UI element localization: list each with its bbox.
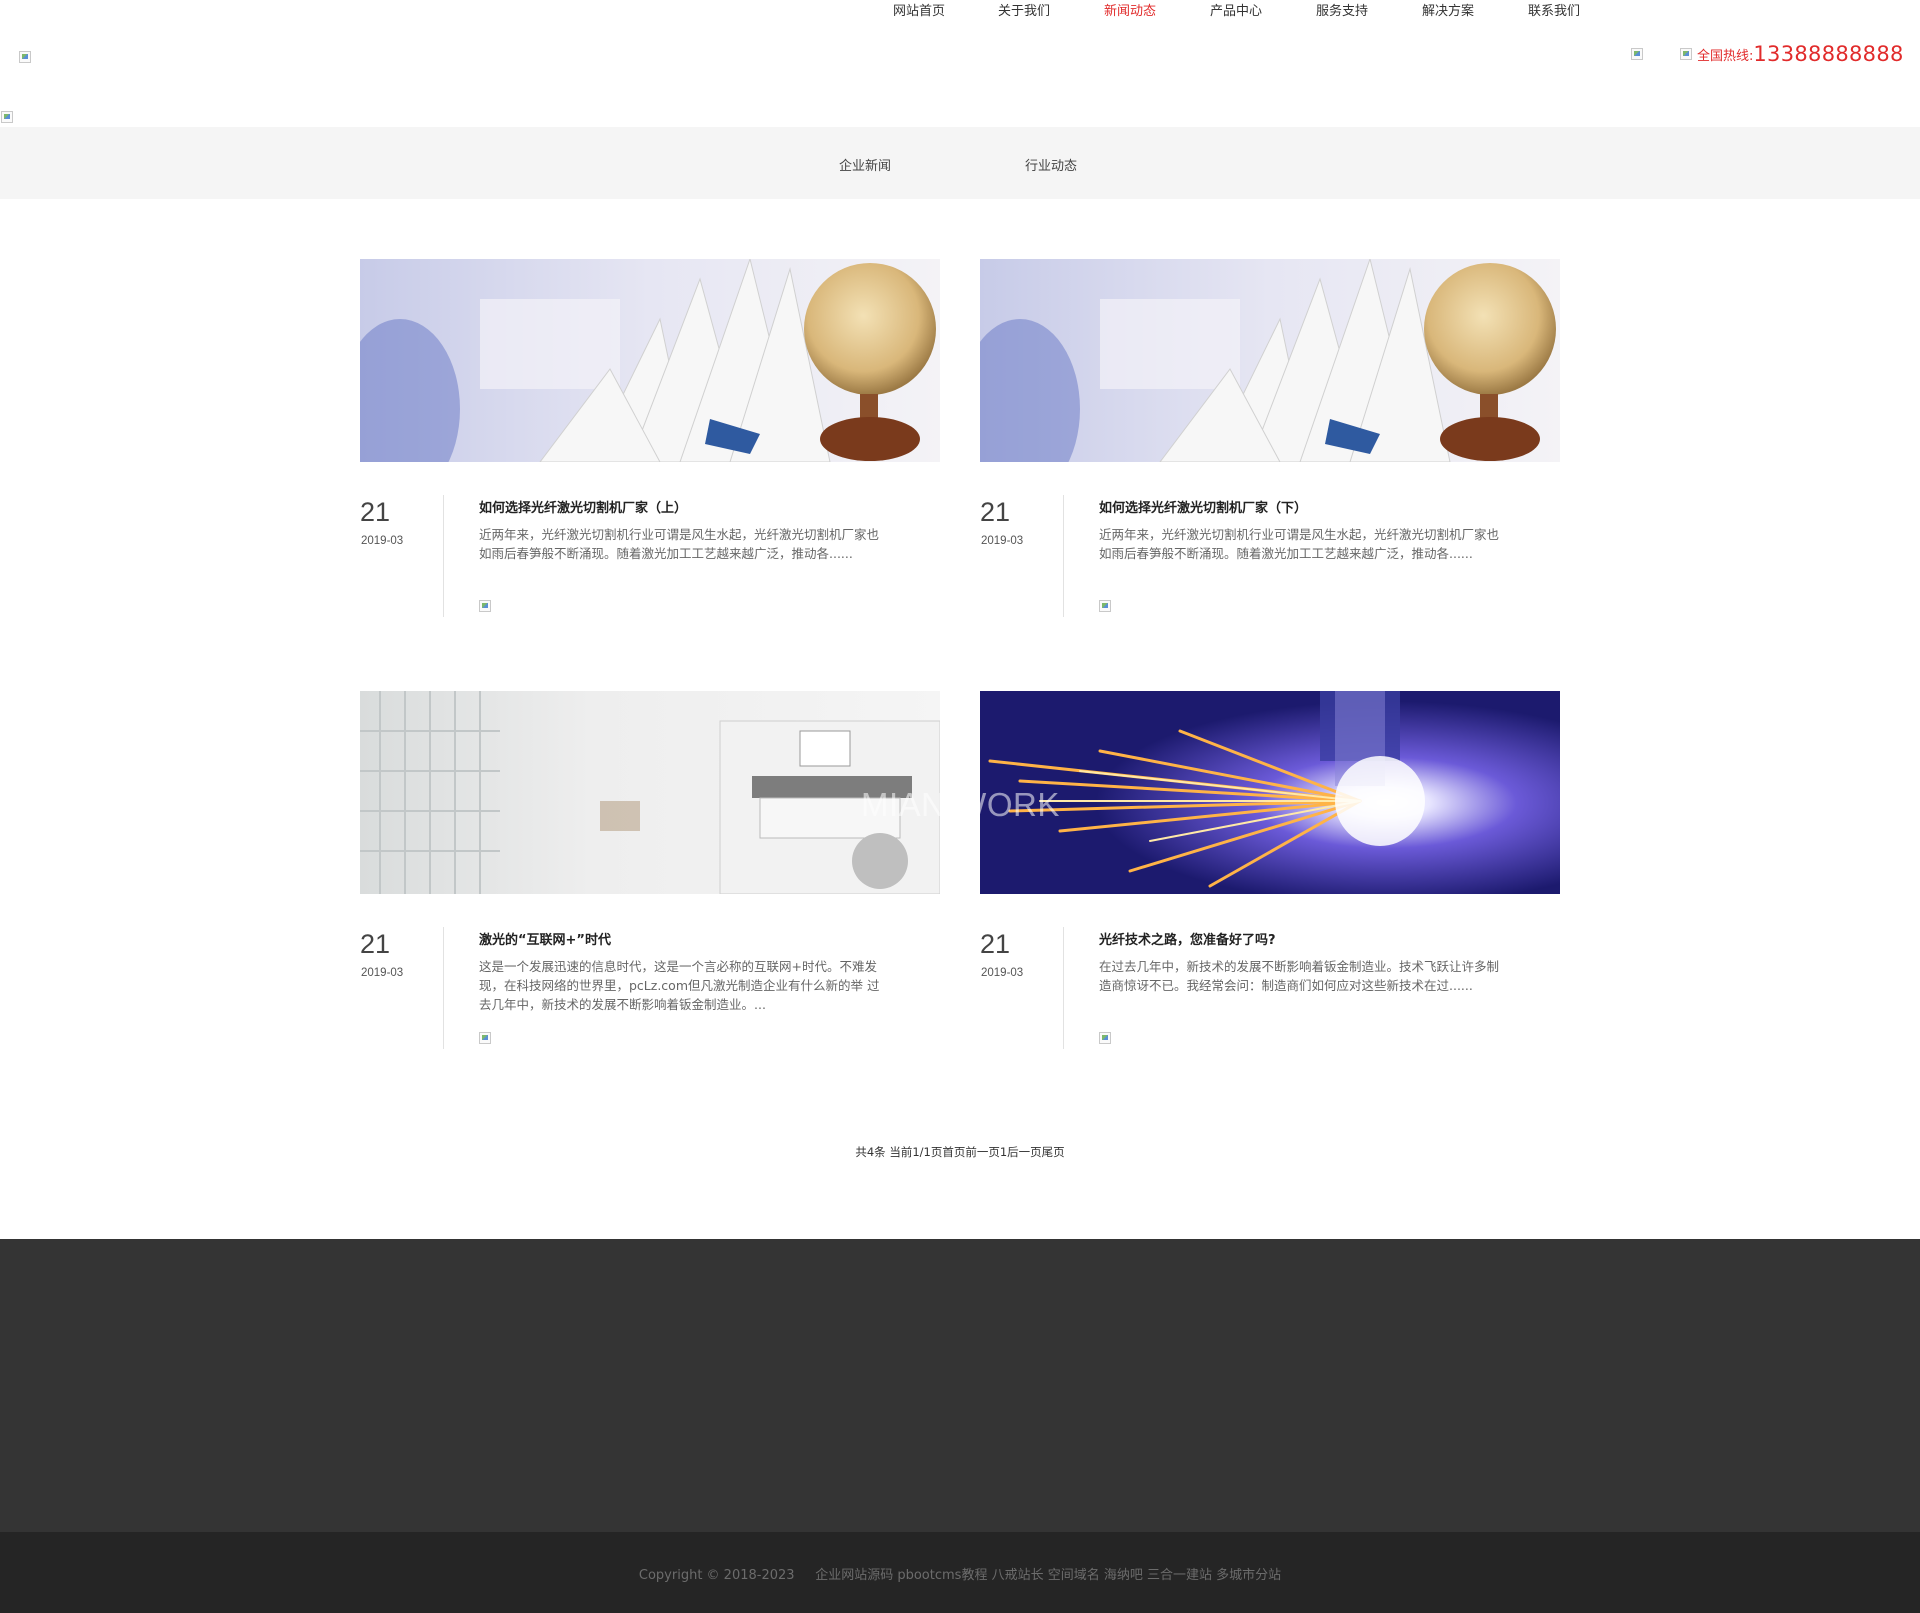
pager-prev[interactable]: 前一页 bbox=[965, 1145, 1000, 1159]
pager-first[interactable]: 首页 bbox=[942, 1145, 965, 1159]
divider bbox=[1063, 495, 1064, 617]
copyright: Copyright © 2018-2023 企业网站源码 pbootcms教程 … bbox=[0, 1564, 1920, 1583]
news-title[interactable]: 激光的“互联网+”时代 bbox=[479, 929, 611, 948]
news-day: 21 bbox=[360, 497, 391, 527]
hotline: 全国热线: 13388888888 bbox=[1680, 42, 1904, 66]
news-day: 21 bbox=[980, 929, 1011, 959]
copyright-bar: Copyright © 2018-2023 企业网站源码 pbootcms教程 … bbox=[0, 1532, 1920, 1613]
divider bbox=[1063, 927, 1064, 1049]
nav-products[interactable]: 产品中心 bbox=[1210, 0, 1262, 19]
nav-solutions[interactable]: 解决方案 bbox=[1422, 0, 1474, 19]
nav-news[interactable]: 新闻动态 bbox=[1104, 0, 1156, 19]
copyright-text: Copyright © 2018-2023 bbox=[638, 1568, 795, 1583]
news-title[interactable]: 如何选择光纤激光切割机厂家（下） bbox=[1099, 497, 1307, 516]
pagination: 共4条 当前1/1页首页前一页1后一页尾页 bbox=[0, 1144, 1920, 1160]
footer-links[interactable]: 企业网站源码 pbootcms教程 八戒站长 空间域名 海纳吧 三合一建站 多城… bbox=[815, 1568, 1281, 1583]
news-day: 21 bbox=[980, 497, 1011, 527]
logo-image[interactable] bbox=[19, 51, 31, 63]
news-subnav: 企业新闻 行业动态 bbox=[0, 127, 1920, 199]
news-card[interactable]: 21 2019-03 如何选择光纤激光切割机厂家（上） 近两年来，光纤激光切割机… bbox=[360, 259, 940, 629]
news-thumbnail[interactable] bbox=[360, 259, 940, 462]
banner-image bbox=[1, 111, 13, 123]
divider bbox=[443, 927, 444, 1049]
news-month: 2019-03 bbox=[361, 967, 404, 979]
news-title[interactable]: 光纤技术之路，您准备好了吗? bbox=[1099, 929, 1276, 948]
news-card[interactable]: 21 2019-03 如何选择光纤激光切割机厂家（下） 近两年来，光纤激光切割机… bbox=[980, 259, 1560, 629]
subnav-industry-news[interactable]: 行业动态 bbox=[1025, 155, 1077, 174]
news-card[interactable]: 21 2019-03 光纤技术之路，您准备好了吗? 在过去几年中，新技术的发展不… bbox=[980, 691, 1560, 1061]
news-thumbnail[interactable] bbox=[360, 691, 940, 894]
news-thumbnail[interactable] bbox=[980, 691, 1560, 894]
subnav-company-news[interactable]: 企业新闻 bbox=[839, 155, 891, 174]
nav-home[interactable]: 网站首页 bbox=[893, 0, 945, 19]
read-more-icon[interactable] bbox=[479, 600, 491, 612]
nav-about[interactable]: 关于我们 bbox=[998, 0, 1050, 19]
hotline-number: 13388888888 bbox=[1753, 42, 1904, 66]
news-month: 2019-03 bbox=[981, 535, 1024, 547]
read-more-icon[interactable] bbox=[479, 1032, 491, 1044]
hotline-label: 全国热线: bbox=[1697, 48, 1754, 64]
footer bbox=[0, 1239, 1920, 1532]
news-summary: 近两年来，光纤激光切割机行业可谓是风生水起，光纤激光切割机厂家也如雨后春笋般不断… bbox=[479, 527, 880, 561]
read-more-icon[interactable] bbox=[1099, 600, 1111, 612]
phone-icon bbox=[1680, 48, 1692, 60]
news-summary: 这是一个发展迅速的信息时代，这是一个言必称的互联网+时代。不难发现，在科技网络的… bbox=[479, 959, 880, 1012]
nav-contact[interactable]: 联系我们 bbox=[1528, 0, 1580, 19]
news-day: 21 bbox=[360, 929, 391, 959]
pager-next[interactable]: 后一页 bbox=[1007, 1145, 1042, 1159]
news-summary: 在过去几年中，新技术的发展不断影响着钣金制造业。技术飞跃让许多制造商惊讶不已。我… bbox=[1099, 959, 1500, 993]
news-summary: 近两年来，光纤激光切割机行业可谓是风生水起，光纤激光切割机厂家也如雨后春笋般不断… bbox=[1099, 527, 1500, 561]
news-month: 2019-03 bbox=[361, 535, 404, 547]
pager-last[interactable]: 尾页 bbox=[1042, 1145, 1065, 1159]
pager-summary: 共4条 当前1/1页 bbox=[855, 1145, 943, 1159]
divider bbox=[443, 495, 444, 617]
nav-service[interactable]: 服务支持 bbox=[1316, 0, 1368, 19]
site-header: 网站首页 关于我们 新闻动态 产品中心 服务支持 解决方案 联系我们 全国热线:… bbox=[0, 0, 1920, 110]
news-thumbnail[interactable] bbox=[980, 259, 1560, 462]
news-title[interactable]: 如何选择光纤激光切割机厂家（上） bbox=[479, 497, 687, 516]
search-icon[interactable] bbox=[1631, 48, 1643, 60]
news-month: 2019-03 bbox=[981, 967, 1024, 979]
news-card[interactable]: 21 2019-03 激光的“互联网+”时代 这是一个发展迅速的信息时代，这是一… bbox=[360, 691, 940, 1061]
read-more-icon[interactable] bbox=[1099, 1032, 1111, 1044]
